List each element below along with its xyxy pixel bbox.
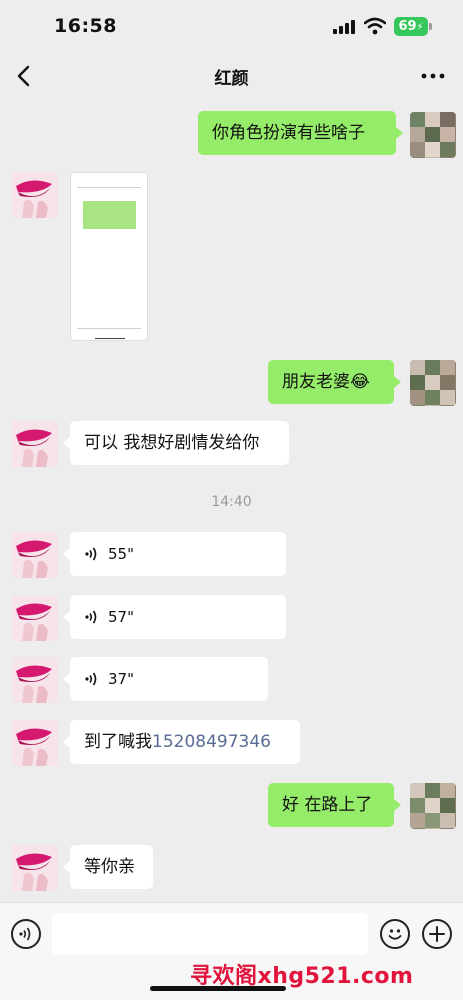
message-text: 朋友老婆 <box>282 372 350 392</box>
more-functions-button[interactable] <box>422 919 452 949</box>
bubble-tail <box>63 736 70 748</box>
contact-avatar[interactable] <box>12 845 58 891</box>
bubble-tail <box>63 861 70 873</box>
nav-bar: 红颜 <box>0 54 463 98</box>
voice-message[interactable]: 37" <box>70 657 268 701</box>
status-time: 16:58 <box>54 15 117 37</box>
contact-avatar[interactable] <box>12 532 58 578</box>
voice-icon <box>85 610 97 624</box>
voice-message[interactable]: 55" <box>70 532 286 576</box>
lips-image <box>12 657 58 703</box>
message-text: 可以 我想好剧情发给你 <box>84 433 260 453</box>
message-text: 好 在路上了 <box>282 795 373 815</box>
message-text: 等你亲 <box>84 857 135 877</box>
voice-input-button[interactable] <box>11 919 41 949</box>
lips-image <box>12 595 58 641</box>
lips-image <box>12 720 58 766</box>
battery-level: 69 <box>398 19 417 34</box>
my-avatar[interactable] <box>410 112 456 158</box>
outgoing-message[interactable]: 朋友老婆😂 <box>268 360 394 404</box>
smiley-icon <box>388 929 402 940</box>
bubble-tail <box>63 611 70 623</box>
bubble-tail <box>394 799 401 811</box>
home-indicator <box>150 986 286 991</box>
voice-message[interactable]: 57" <box>70 595 286 639</box>
ellipsis-icon[interactable] <box>418 62 448 90</box>
lips-image <box>12 172 58 218</box>
voice-duration: 57" <box>108 608 134 626</box>
message-text: 到了喊我 <box>84 732 152 752</box>
message-input[interactable] <box>52 913 368 955</box>
bubble-tail <box>394 376 401 388</box>
bubble-tail <box>63 673 70 685</box>
lips-image <box>12 532 58 578</box>
contact-avatar[interactable] <box>12 720 58 766</box>
bubble-tail <box>63 437 70 449</box>
incoming-message[interactable]: 到了喊我15208497346 <box>70 720 300 764</box>
voice-icon <box>85 672 97 686</box>
signal-icon <box>333 20 355 34</box>
contact-avatar[interactable] <box>12 657 58 703</box>
contact-avatar[interactable] <box>12 172 58 218</box>
outgoing-message[interactable]: 好 在路上了 <box>268 783 394 827</box>
chat-title: 红颜 <box>214 69 249 89</box>
plus-icon <box>429 926 445 942</box>
wifi-icon <box>364 17 386 35</box>
message-text: 你角色扮演有些啥子 <box>212 123 365 143</box>
bubble-tail <box>396 127 403 139</box>
my-avatar[interactable] <box>410 360 456 406</box>
battery-tip <box>429 23 432 30</box>
phone-number-link[interactable]: 15208497346 <box>152 732 271 752</box>
screenshot-image[interactable] <box>70 172 148 341</box>
lips-image <box>12 845 58 891</box>
voice-duration: 55" <box>108 545 134 563</box>
incoming-message[interactable]: 可以 我想好剧情发给你 <box>70 421 289 465</box>
emoji-button[interactable] <box>380 919 410 949</box>
time-divider: 14:40 <box>211 494 252 510</box>
voice-icon <box>19 927 31 941</box>
outgoing-message[interactable]: 你角色扮演有些啥子 <box>198 111 396 155</box>
my-avatar[interactable] <box>410 783 456 829</box>
status-bar: 16:58 69⚡ <box>0 0 463 54</box>
contact-avatar[interactable] <box>12 421 58 467</box>
voice-duration: 37" <box>108 670 134 688</box>
lips-image <box>12 421 58 467</box>
battery-indicator: 69⚡ <box>394 17 428 36</box>
contact-avatar[interactable] <box>12 595 58 641</box>
incoming-message[interactable]: 等你亲 <box>70 845 153 889</box>
bubble-tail <box>63 548 70 560</box>
laughing-emoji: 😂 <box>350 372 370 392</box>
voice-icon <box>85 547 97 561</box>
